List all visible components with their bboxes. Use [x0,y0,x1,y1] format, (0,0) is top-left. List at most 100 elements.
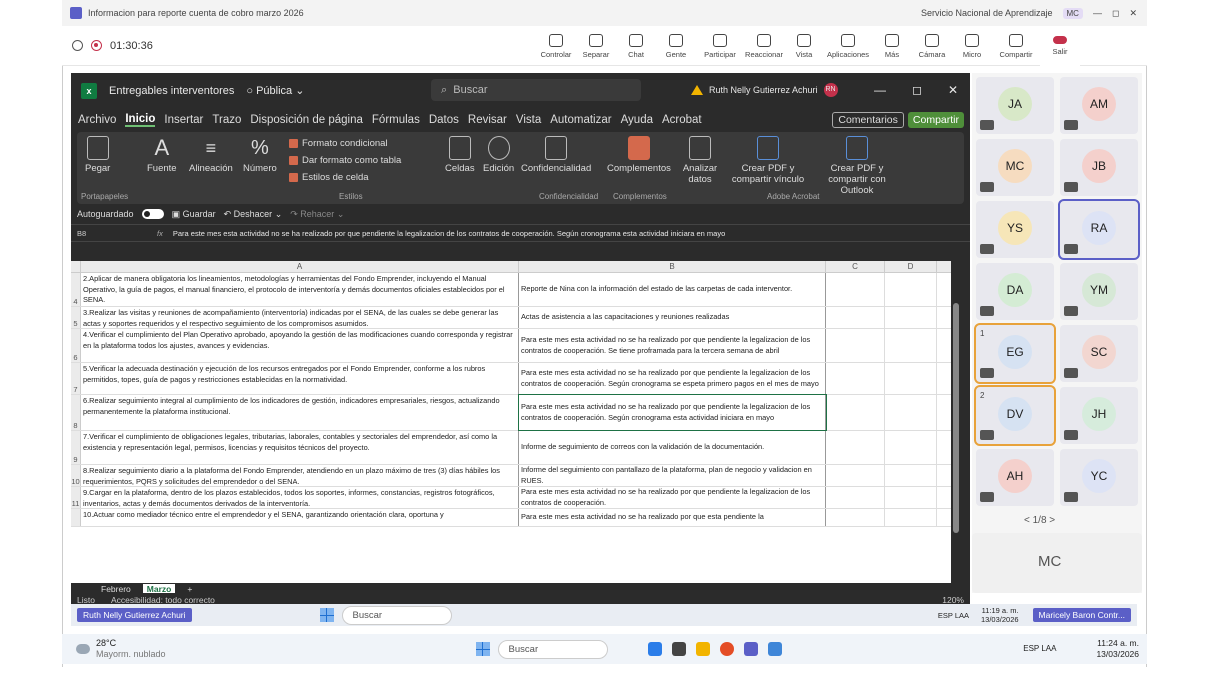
participant-tile[interactable]: JA [976,77,1054,134]
pdf-link-button[interactable]: Crear PDF y compartir vínculo [727,136,809,185]
cell-d[interactable] [885,487,937,508]
row-number[interactable]: 5 [71,307,81,328]
cell-c[interactable] [826,395,885,430]
cell-evidence[interactable]: Reporte de Nina con la información del e… [519,273,826,306]
cell-c[interactable] [826,307,885,328]
cell-c[interactable] [826,487,885,508]
tool-mic-off-button[interactable]: Micro [952,26,992,66]
tool-grid-button[interactable]: Vista [784,26,824,66]
cell-d[interactable] [885,329,937,362]
paste-button[interactable]: Pegar [85,136,110,174]
tool-more-button[interactable]: Más [872,26,912,66]
cell-obligation[interactable]: 3.Realizar las visitas y reuniones de ac… [81,307,519,328]
undo-button[interactable]: ↶ Deshacer ⌄ [224,209,283,220]
org-badge[interactable]: MC [1062,7,1083,19]
cell-d[interactable] [885,509,937,526]
participant-tile[interactable]: YS [976,201,1054,258]
restore-button[interactable]: ◻ [1112,8,1119,19]
tool-share-button[interactable]: Compartir [992,26,1040,66]
cell-obligation[interactable]: 8.Realizar seguimiento diario a la plata… [81,465,519,486]
cell-evidence[interactable]: Informe del seguimiento con pantallazo d… [519,465,826,486]
tool-phone-hangup-button[interactable]: Salir [1040,26,1080,66]
row-number[interactable]: 4 [71,273,81,306]
cell-d[interactable] [885,465,937,486]
participant-tile[interactable]: JH [1060,387,1138,444]
share-button[interactable]: Compartir [907,112,964,128]
tab-acrobat[interactable]: Acrobat [662,114,702,126]
tool-popout-button[interactable]: Separar [576,26,616,66]
cond-format-button[interactable]: Formato condicional [289,138,388,149]
name-box[interactable]: B8 [77,229,147,238]
participant-tile[interactable]: JB [1060,139,1138,196]
redo-button[interactable]: ↷ Rehacer ⌄ [290,209,344,220]
cell-c[interactable] [826,363,885,394]
cell-c[interactable] [826,465,885,486]
column-header[interactable]: D [885,261,937,272]
cell-evidence[interactable]: Actas de asistencia a las capacitaciones… [519,307,826,328]
cell-c[interactable] [826,329,885,362]
warning-icon[interactable] [691,85,703,95]
tab-disposicióndepágina[interactable]: Disposición de página [250,114,363,126]
tool-control-button[interactable]: Controlar [536,26,576,66]
row-number[interactable] [71,509,81,526]
comments-button[interactable]: Comentarios [832,112,904,128]
tool-people-button[interactable]: Gente [656,26,696,66]
tab-inicio[interactable]: Inicio [125,113,156,127]
scrollbar-thumb[interactable] [953,303,959,533]
cell-obligation[interactable]: 4.Verificar el cumplimiento del Plan Ope… [81,329,519,362]
inner-search-input[interactable]: Buscar [341,605,452,625]
cell-evidence[interactable]: Para este mes esta actividad no se ha re… [519,363,826,394]
cell-d[interactable] [885,395,937,430]
close-button[interactable]: ✕ [1129,8,1137,19]
cells-button[interactable]: Celdas [445,136,475,174]
minimize-button[interactable]: — [1093,8,1102,18]
cell-d[interactable] [885,431,937,464]
tab-vista[interactable]: Vista [516,114,541,126]
font-button[interactable]: A Fuente [147,136,177,175]
page-indicator[interactable]: < 1/8 > [1024,515,1055,526]
cell-obligation[interactable]: 7.Verificar el cumplimiento de obligacio… [81,431,519,464]
teams-icon[interactable] [743,642,758,656]
cell-evidence[interactable]: Para este mes esta actividad no se ha re… [519,487,826,508]
cell-d[interactable] [885,307,937,328]
lang-indicator[interactable]: ESP LAA [1023,644,1056,654]
cell-obligation[interactable]: 2.Aplicar de manera obligatoria los line… [81,273,519,306]
participant-tile[interactable]: MC [976,139,1054,196]
align-button[interactable]: ≡ Alineación [189,136,233,174]
start-button[interactable] [475,642,490,656]
tab-trazo[interactable]: Trazo [212,114,241,126]
participant-tile[interactable]: YC [1060,449,1138,506]
cell-d[interactable] [885,273,937,306]
cell-c[interactable] [826,431,885,464]
tool-smile-button[interactable]: Reaccionar [744,26,784,66]
edit-button[interactable]: Edición [483,136,514,174]
app-icon[interactable] [767,642,782,656]
tab-datos[interactable]: Datos [429,114,459,126]
participant-tile[interactable]: DA [976,263,1054,320]
search-input[interactable]: ⌕ Buscar [431,79,641,101]
participant-tile[interactable]: RA [1058,199,1140,260]
cell-obligation[interactable]: 10.Actuar como mediador técnico entre el… [81,509,519,526]
participant-tile[interactable]: 1 EG [974,323,1056,384]
cell-styles-button[interactable]: Estilos de celda [289,172,369,183]
select-all-corner[interactable] [71,261,81,272]
tab-fórmulas[interactable]: Fórmulas [372,114,420,126]
participant-tile[interactable]: AM [1060,77,1138,134]
table-format-button[interactable]: Dar formato como tabla [289,155,401,166]
row-number[interactable]: 7 [71,363,81,394]
cell-evidence[interactable]: Para este mes esta actividad no se ha re… [519,509,826,526]
pdf-outlook-button[interactable]: Crear PDF y compartir con Outlook [815,136,899,196]
excel-close-button[interactable]: ✕ [948,83,958,97]
column-header[interactable]: A [81,261,519,272]
cell-c[interactable] [826,509,885,526]
system-clock[interactable]: 11:24 a. m. 13/03/2026 [1096,638,1139,660]
excel-restore-button[interactable]: ◻ [912,83,922,97]
edge-icon[interactable] [647,642,662,656]
tool-hand-button[interactable]: Participar [696,26,744,66]
chrome-icon[interactable] [719,642,734,656]
weather-widget[interactable]: 28°C Mayorm. nublado [96,638,166,660]
tab-archivo[interactable]: Archivo [78,114,116,126]
folder-icon[interactable] [695,642,710,656]
excel-minimize-button[interactable]: — [874,83,886,97]
vertical-scrollbar[interactable] [951,261,961,583]
